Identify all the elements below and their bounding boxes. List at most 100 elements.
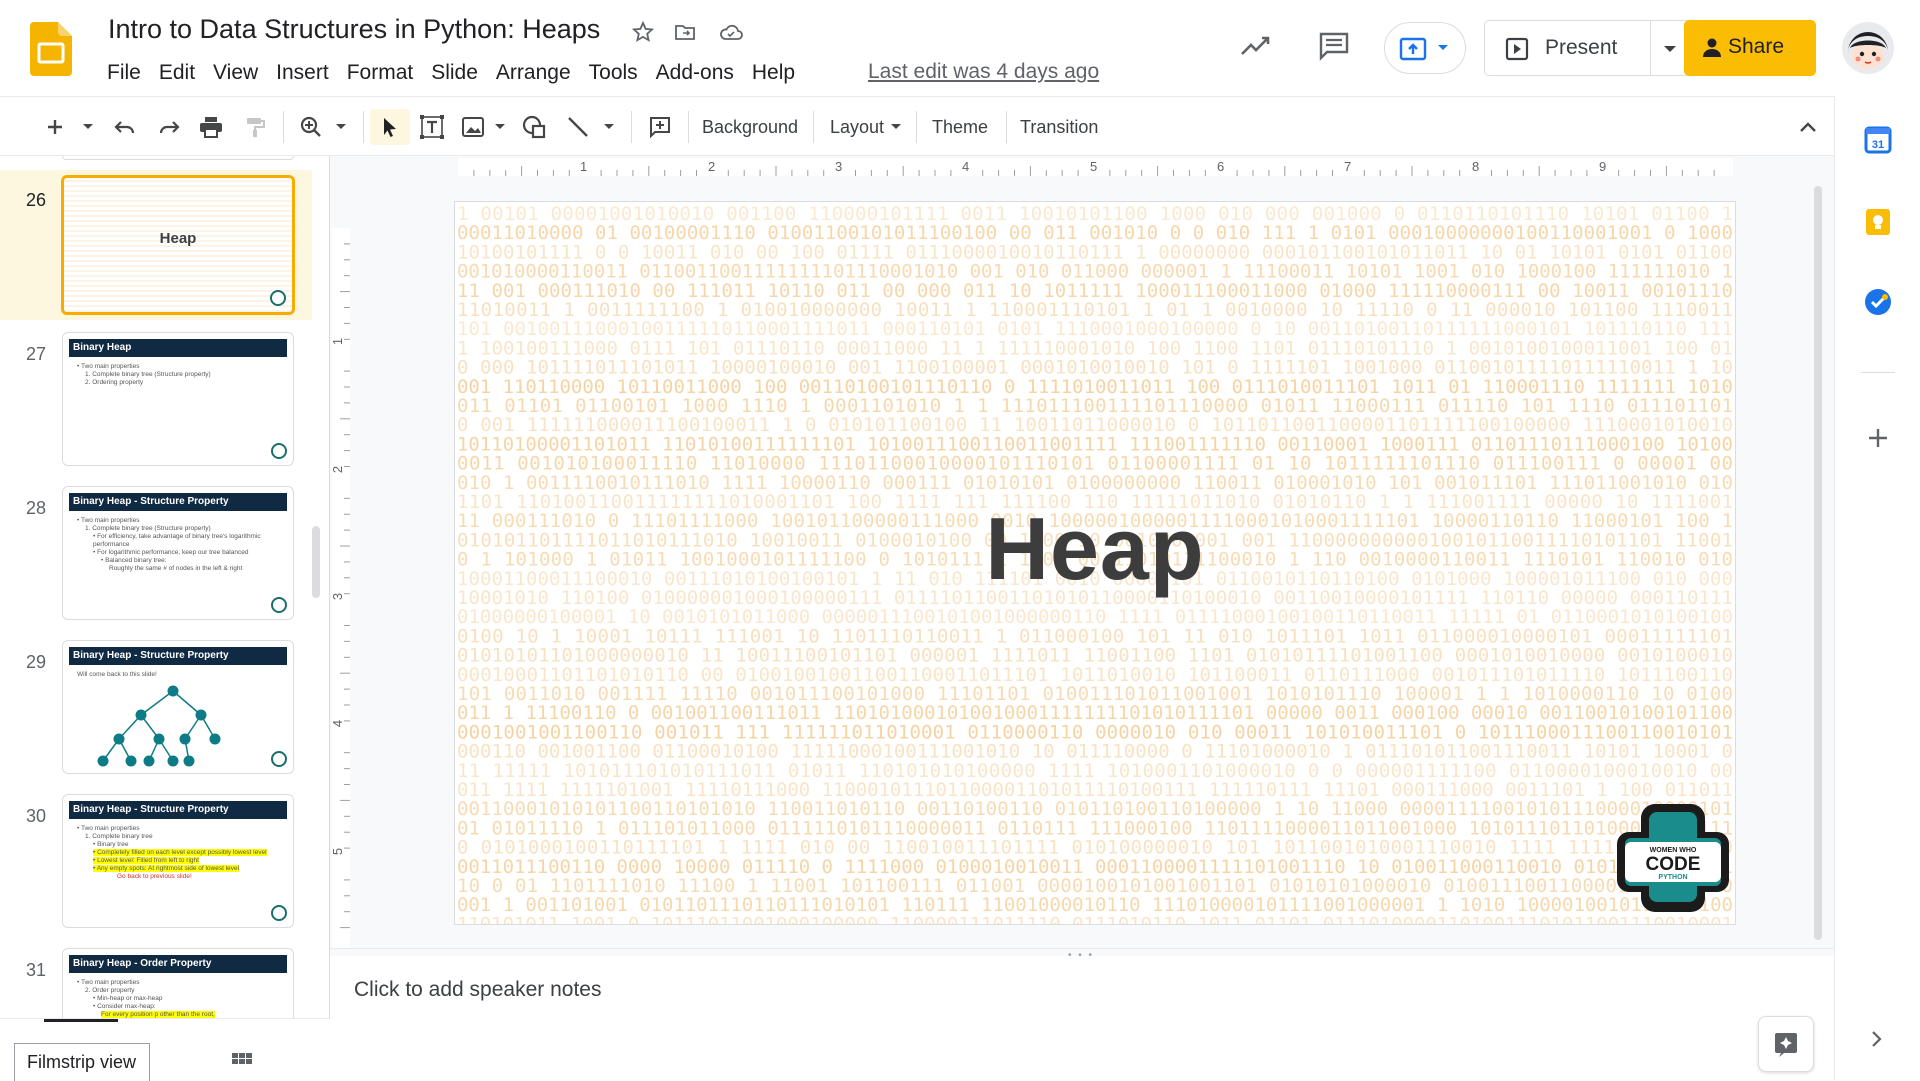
transition-button[interactable]: Transition	[1014, 109, 1104, 145]
slide-title[interactable]: Heap	[455, 498, 1735, 600]
theme-button[interactable]: Theme	[926, 109, 994, 145]
document-title[interactable]: Intro to Data Structures in Python: Heap…	[108, 14, 600, 45]
filmstrip-view-button[interactable]: Filmstrip view	[14, 1043, 150, 1081]
present-options-chevron-icon[interactable]	[1663, 45, 1677, 54]
present-to-meeting-button[interactable]	[1384, 22, 1466, 74]
slide-thumbnail-26[interactable]: 26 Heap	[0, 170, 312, 320]
speaker-notes[interactable]: Click to add speaker notes	[330, 956, 1834, 1080]
text-box-icon[interactable]	[414, 109, 450, 145]
line-icon[interactable]	[560, 109, 596, 145]
slide-thumbnail-27[interactable]: 27 Binary Heap • Two main properties 1. …	[0, 324, 312, 474]
editor-scrollbar[interactable]	[1814, 186, 1822, 940]
slide-preview-title: Binary Heap - Structure Property	[69, 493, 287, 511]
slides-logo-icon[interactable]	[30, 22, 72, 76]
line-chevron-icon[interactable]	[598, 109, 620, 145]
explore-button[interactable]	[1758, 1016, 1814, 1072]
toolbar-divider	[688, 111, 689, 143]
show-side-panel-chevron-icon[interactable]	[1864, 1026, 1890, 1052]
filmstrip[interactable]: 26 Heap 27 Binary Heap • Two main proper…	[0, 156, 330, 1080]
menu-format[interactable]: Format	[338, 60, 423, 88]
preview-line: 2. Ordering property	[85, 379, 144, 386]
preview-line: • Consider max-heap:	[93, 1003, 156, 1010]
ruler-label: 8	[1472, 159, 1480, 174]
layout-button[interactable]: Layout	[824, 109, 902, 145]
paint-format-icon[interactable]	[238, 109, 272, 145]
star-icon[interactable]	[628, 17, 658, 47]
slide-thumbnail-30[interactable]: 30 Binary Heap - Structure Property • Tw…	[0, 786, 312, 936]
present-divider	[1650, 21, 1651, 75]
chevron-down-icon	[1438, 45, 1448, 50]
zoom-icon[interactable]	[294, 109, 328, 145]
preview-line: • For logarithmic performance, keep our …	[93, 549, 249, 556]
calendar-icon[interactable]: 31	[1862, 124, 1894, 156]
present-button[interactable]: Present	[1484, 20, 1690, 76]
binary-tree-diagram	[97, 685, 221, 767]
comments-icon[interactable]	[1316, 28, 1352, 64]
wwcode-python-logo[interactable]: WOMEN WHO CODE PYTHON	[1615, 800, 1731, 916]
present-icon	[1505, 37, 1529, 61]
slide-thumbnail-partial[interactable]	[62, 156, 294, 160]
vertical-ruler[interactable]: 1 2 3 4 5	[330, 178, 352, 948]
menu-help[interactable]: Help	[743, 60, 804, 88]
layout-chevron-icon	[891, 124, 902, 129]
last-edit-link[interactable]: Last edit was 4 days ago	[868, 60, 1099, 84]
insert-image-chevron-icon[interactable]	[490, 109, 510, 145]
toolbar: Background Layout Theme Transition	[0, 96, 1834, 156]
svg-text:31: 31	[1872, 139, 1884, 151]
meeting-present-icon	[1399, 37, 1427, 61]
activity-dashboard-icon[interactable]	[1238, 28, 1274, 64]
preview-line: • For efficiency, take advantage of bina…	[93, 533, 261, 548]
ruler-label: 3	[330, 592, 346, 601]
zoom-chevron-icon[interactable]	[330, 109, 352, 145]
background-button[interactable]: Background	[696, 109, 804, 145]
menu-slide[interactable]: Slide	[422, 60, 487, 88]
slide-thumbnail-29[interactable]: 29 Binary Heap - Structure Property Will…	[0, 632, 312, 782]
select-tool-icon[interactable]	[370, 109, 410, 145]
menu-edit[interactable]: Edit	[150, 60, 204, 88]
preview-line-highlighted: • Any empty spots: At rightmost side of …	[93, 865, 240, 872]
preview-line-highlighted: • Lowest level: Filled from left to righ…	[93, 857, 199, 864]
slide-canvas[interactable]: 1 00101 00001001010010 001100 1100001011…	[455, 202, 1735, 924]
add-comment-icon[interactable]	[642, 109, 678, 145]
new-slide-layout-chevron-icon[interactable]	[76, 109, 100, 145]
undo-icon[interactable]	[108, 109, 142, 145]
preview-line: • Binary tree	[93, 841, 129, 848]
tasks-icon[interactable]	[1862, 286, 1894, 318]
insert-image-icon[interactable]	[456, 109, 490, 145]
avatar[interactable]	[1842, 22, 1894, 74]
logo-line-3: PYTHON	[1658, 874, 1687, 881]
print-icon[interactable]	[194, 109, 228, 145]
ruler-ticks	[340, 243, 350, 929]
keep-icon[interactable]	[1862, 206, 1894, 238]
share-button[interactable]: Share	[1684, 20, 1816, 76]
slide-thumbnail-28[interactable]: 28 Binary Heap - Structure Property • Tw…	[0, 478, 312, 628]
cloud-saved-icon[interactable]	[716, 17, 746, 47]
ruler-label: 3	[835, 159, 843, 174]
wwcode-logo-icon	[271, 751, 287, 767]
redo-icon[interactable]	[152, 109, 186, 145]
menu-arrange[interactable]: Arrange	[487, 60, 580, 88]
toolbar-divider	[283, 111, 284, 143]
preview-line-highlighted: For every position p other than the root…	[101, 1011, 215, 1018]
shape-icon[interactable]	[516, 109, 552, 145]
filmstrip-footer: Filmstrip view	[0, 1018, 330, 1081]
slide-preview-title: Binary Heap - Structure Property	[69, 801, 287, 819]
filmstrip-scrollbar[interactable]	[312, 526, 320, 598]
new-slide-icon[interactable]	[38, 109, 72, 145]
grid-view-icon[interactable]	[230, 1049, 254, 1073]
menu-view[interactable]: View	[204, 60, 267, 88]
menu-add-ons[interactable]: Add-ons	[647, 60, 743, 88]
menu-tools[interactable]: Tools	[580, 60, 647, 88]
collapse-toolbar-icon[interactable]	[1792, 109, 1824, 145]
add-icon[interactable]	[1862, 422, 1894, 454]
ruler-label: 5	[1090, 159, 1098, 174]
move-to-folder-icon[interactable]	[670, 17, 700, 47]
wwcode-logo-icon	[271, 905, 287, 921]
menu-insert[interactable]: Insert	[267, 60, 338, 88]
slide-preview: Heap	[61, 175, 295, 315]
speaker-notes-placeholder[interactable]: Click to add speaker notes	[354, 978, 601, 1002]
menu-file[interactable]: File	[106, 60, 150, 88]
wwcode-logo-icon	[271, 443, 287, 459]
horizontal-ruler[interactable]: 1 2 3 4 5 6 7 8 9	[330, 156, 1834, 178]
ruler-label: 2	[330, 465, 346, 474]
